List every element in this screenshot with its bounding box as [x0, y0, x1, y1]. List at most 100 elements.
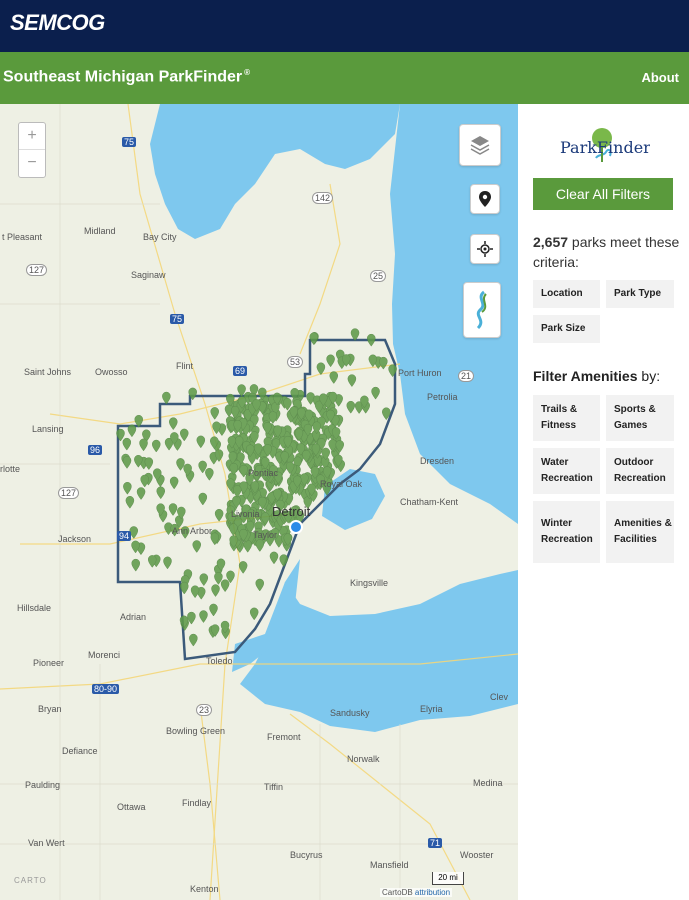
park-marker[interactable]	[211, 584, 220, 597]
park-marker[interactable]	[122, 456, 132, 469]
map-label-ann-arbor: Ann Arbor	[172, 526, 213, 536]
shield-i94: 94	[117, 531, 132, 541]
park-marker[interactable]	[156, 486, 166, 500]
park-marker[interactable]	[134, 414, 143, 428]
park-marker[interactable]	[329, 371, 339, 384]
park-marker[interactable]	[192, 540, 201, 553]
park-marker[interactable]	[346, 400, 356, 414]
park-marker[interactable]	[379, 356, 388, 370]
clear-all-filters-button[interactable]: Clear All Filters	[533, 178, 673, 210]
park-marker[interactable]	[249, 607, 259, 621]
park-marker[interactable]	[144, 457, 154, 470]
map-label-pioneer: Pioneer	[33, 658, 65, 668]
river-logo-icon	[476, 290, 487, 330]
park-marker[interactable]	[388, 364, 397, 378]
amenity-outdoor-recreation[interactable]: Outdoor Recreation	[606, 448, 674, 494]
park-marker[interactable]	[125, 496, 135, 509]
park-marker[interactable]	[169, 476, 179, 490]
park-marker[interactable]	[136, 487, 146, 500]
filter-park-type[interactable]: Park Type	[606, 280, 674, 308]
shield-us127-south: 127	[58, 487, 80, 499]
park-marker[interactable]	[255, 578, 264, 592]
amenity-trails-fitness[interactable]: Trails & Fitness	[533, 395, 600, 441]
park-marker[interactable]	[205, 467, 214, 481]
map-scale: 20 mi	[432, 872, 464, 885]
park-marker[interactable]	[196, 435, 206, 449]
semcog-logo[interactable]: SEMCOG	[10, 10, 105, 36]
map-label-sandusky: Sandusky	[330, 708, 370, 718]
park-marker[interactable]	[198, 492, 208, 506]
park-marker[interactable]	[116, 428, 125, 442]
park-marker[interactable]	[122, 437, 132, 451]
attribution-link[interactable]: attribution	[415, 888, 450, 897]
park-marker[interactable]	[169, 417, 178, 431]
park-marker[interactable]	[279, 554, 289, 567]
locate-marker-button[interactable]	[470, 184, 500, 214]
recenter-button[interactable]	[470, 234, 500, 264]
region-view-button[interactable]	[463, 282, 501, 338]
park-marker[interactable]	[168, 503, 178, 516]
park-marker[interactable]	[209, 603, 218, 617]
layers-button[interactable]	[459, 124, 501, 166]
park-marker[interactable]	[371, 386, 380, 400]
map-label-saginaw: Saginaw	[131, 270, 166, 280]
park-marker[interactable]	[180, 428, 189, 442]
park-marker[interactable]	[316, 362, 326, 376]
filter-location[interactable]: Location	[533, 280, 600, 308]
attribution-prefix: CartoDB	[382, 888, 413, 897]
map-label-pontiac: Pontiac	[248, 468, 279, 478]
park-marker[interactable]	[127, 424, 137, 438]
park-marker[interactable]	[269, 551, 279, 565]
map-label-taylor: Taylor	[253, 530, 278, 540]
park-marker[interactable]	[189, 633, 198, 647]
park-marker[interactable]	[350, 328, 360, 342]
park-marker[interactable]	[326, 354, 335, 368]
park-marker[interactable]	[367, 333, 376, 347]
park-count: 2,657 parks meet these criteria:	[533, 232, 683, 272]
zoom-in-button[interactable]: +	[19, 123, 45, 149]
park-marker[interactable]	[214, 508, 224, 522]
park-marker[interactable]	[176, 458, 185, 471]
amenities-heading: Filter Amenities by:	[533, 368, 660, 384]
park-marker[interactable]	[220, 579, 230, 593]
park-marker[interactable]	[139, 438, 148, 452]
amenities-heading-bold: Filter Amenities	[533, 368, 638, 384]
amenity-winter-recreation[interactable]: Winter Recreation	[533, 501, 600, 563]
park-marker[interactable]	[163, 556, 172, 570]
parkfinder-logo[interactable]: ParkFinder	[560, 126, 650, 168]
park-marker[interactable]	[210, 407, 219, 420]
park-marker[interactable]	[309, 332, 318, 346]
about-link[interactable]: About	[641, 70, 679, 85]
map-label-tiffin: Tiffin	[264, 782, 284, 792]
park-marker[interactable]	[152, 439, 161, 453]
map-label-elyria: Elyria	[420, 704, 443, 714]
map-label-van-wert: Van Wert	[28, 838, 65, 848]
park-marker[interactable]	[199, 610, 208, 623]
map-label-port-huron: Port Huron	[398, 368, 442, 378]
map-label-findlay: Findlay	[182, 798, 212, 808]
park-marker[interactable]	[347, 374, 357, 388]
park-marker[interactable]	[162, 391, 171, 405]
park-marker[interactable]	[255, 539, 265, 552]
top-header: SEMCOG	[0, 0, 689, 52]
park-marker[interactable]	[180, 581, 189, 595]
park-marker[interactable]	[190, 585, 200, 599]
map-pin-icon	[479, 191, 491, 207]
shield-i69: 69	[233, 366, 248, 376]
map-view[interactable]: + − Midland Bay City t Pleasant Saginaw …	[0, 104, 518, 900]
amenity-sports-games[interactable]: Sports & Games	[606, 395, 674, 441]
park-marker[interactable]	[382, 407, 391, 421]
filter-park-size[interactable]: Park Size	[533, 315, 600, 343]
shield-i75: 75	[170, 314, 185, 324]
park-marker[interactable]	[131, 558, 140, 572]
park-marker[interactable]	[123, 481, 132, 495]
park-marker[interactable]	[140, 474, 149, 488]
park-marker[interactable]	[199, 573, 209, 587]
park-marker[interactable]	[243, 539, 252, 553]
park-marker[interactable]	[238, 561, 248, 574]
zoom-out-button[interactable]: −	[19, 149, 45, 176]
park-marker[interactable]	[188, 387, 197, 401]
amenity-water-recreation[interactable]: Water Recreation	[533, 448, 600, 494]
amenity-amenities-facilities[interactable]: Amenities & Facilities	[606, 501, 674, 563]
map-label-ottawa: Ottawa	[117, 802, 146, 812]
